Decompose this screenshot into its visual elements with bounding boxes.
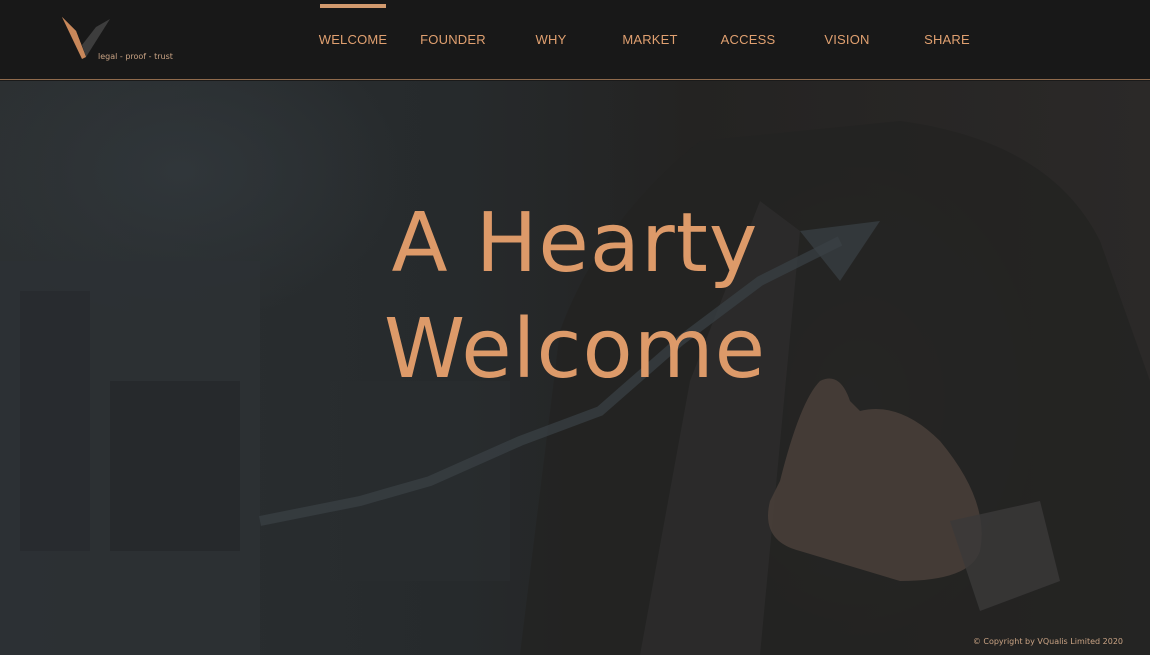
hero-title: A Hearty Welcome: [0, 191, 1150, 403]
hero-title-line1: A Hearty: [391, 195, 759, 291]
brand-logo[interactable]: legal - proof - trust: [62, 17, 173, 67]
main-nav: WELCOME FOUNDER WHY MARKET ACCESS VISION…: [305, 0, 1005, 80]
nav-why[interactable]: WHY: [525, 0, 577, 80]
nav-welcome[interactable]: WELCOME: [319, 0, 387, 80]
copyright-text: © Copyright by VQualis Limited 2020: [972, 637, 1123, 646]
site-header: legal - proof - trust WELCOME FOUNDER WH…: [0, 0, 1150, 80]
nav-vision[interactable]: VISION: [820, 0, 874, 80]
hero-section: A Hearty Welcome © Copyright by VQualis …: [0, 81, 1150, 655]
brand-tagline: legal - proof - trust: [98, 52, 173, 61]
nav-founder[interactable]: FOUNDER: [420, 0, 486, 80]
nav-market[interactable]: MARKET: [620, 0, 680, 80]
hero-title-line2: Welcome: [383, 301, 767, 397]
nav-share[interactable]: SHARE: [920, 0, 974, 80]
nav-access[interactable]: ACCESS: [720, 0, 776, 80]
